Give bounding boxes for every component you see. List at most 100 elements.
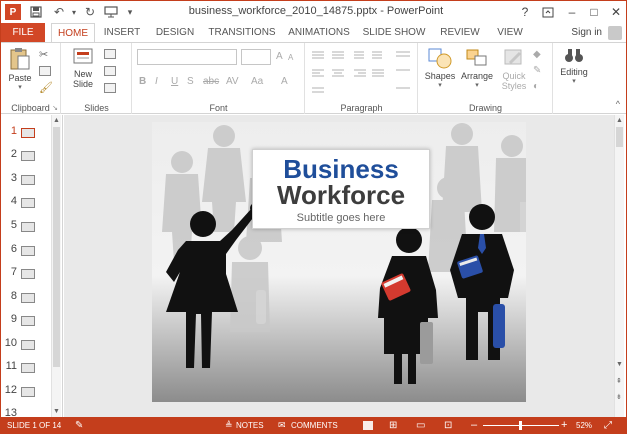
shape-outline-icon[interactable]: ✎ bbox=[533, 65, 541, 76]
comments-button[interactable]: COMMENTS bbox=[291, 417, 338, 433]
slide-thumbnail[interactable]: 5 bbox=[1, 217, 49, 237]
shrink-font-icon[interactable]: A bbox=[288, 53, 293, 62]
window-title: business_workforce_2010_14875.pptx - Pow… bbox=[188, 5, 444, 17]
font-name-dropdown[interactable] bbox=[137, 49, 237, 65]
cut-icon[interactable]: ✂ bbox=[39, 48, 48, 61]
change-case-button[interactable]: Aa bbox=[251, 76, 263, 87]
tab-home[interactable]: HOME bbox=[51, 23, 95, 43]
zoom-in-button[interactable]: + bbox=[561, 417, 567, 433]
scroll-up-icon[interactable]: ▲ bbox=[616, 117, 623, 124]
tab-view[interactable]: VIEW bbox=[490, 23, 530, 43]
minimize-button[interactable]: – bbox=[561, 3, 583, 21]
tab-design[interactable]: DESIGN bbox=[151, 23, 199, 43]
slide-title-box[interactable]: Business Workforce Subtitle goes here bbox=[252, 149, 430, 229]
character-spacing-button[interactable]: AV bbox=[226, 76, 239, 87]
editing-button[interactable]: Editing ▾ bbox=[556, 47, 592, 85]
ribbon-display-icon[interactable] bbox=[537, 3, 559, 21]
fit-to-window-icon[interactable]: ⤢ bbox=[604, 417, 612, 433]
avatar[interactable] bbox=[608, 26, 622, 40]
slide-number: 12 bbox=[4, 384, 17, 396]
dialog-launcher-icon[interactable]: ↘ bbox=[52, 104, 58, 112]
slide-thumbnail[interactable]: 9 bbox=[1, 311, 49, 331]
zoom-level[interactable]: 52% bbox=[576, 417, 592, 433]
reset-icon[interactable] bbox=[104, 66, 116, 76]
strikethrough-button[interactable]: abc bbox=[203, 76, 219, 87]
tab-slide-show[interactable]: SLIDE SHOW bbox=[361, 23, 427, 43]
powerpoint-app-icon[interactable]: P bbox=[5, 4, 21, 20]
section-icon[interactable] bbox=[104, 83, 116, 93]
underline-button[interactable]: U bbox=[171, 76, 178, 87]
next-slide-icon[interactable]: ⇟ bbox=[616, 393, 622, 401]
slide-thumbnail[interactable]: 6 bbox=[1, 241, 49, 261]
scrollbar-thumb[interactable] bbox=[53, 127, 60, 367]
shape-fill-icon[interactable]: ◆ bbox=[533, 49, 541, 60]
bold-button[interactable]: B bbox=[139, 76, 146, 87]
slide-show-icon[interactable]: ⊡ bbox=[444, 417, 452, 433]
chevron-down-icon: ▾ bbox=[572, 78, 576, 85]
tab-animations[interactable]: ANIMATIONS bbox=[284, 23, 354, 43]
tab-review[interactable]: REVIEW bbox=[435, 23, 485, 43]
tab-insert[interactable]: INSERT bbox=[100, 23, 144, 43]
slide-thumbnail[interactable]: 4 bbox=[1, 193, 49, 213]
zoom-out-button[interactable]: – bbox=[471, 417, 477, 433]
italic-button[interactable]: I bbox=[155, 76, 158, 87]
shape-effects-icon[interactable]: ◐ bbox=[533, 81, 539, 92]
zoom-slider-thumb[interactable] bbox=[519, 421, 522, 430]
undo-icon[interactable]: ↶ bbox=[52, 4, 66, 20]
new-slide-button[interactable]: New Slide bbox=[68, 47, 98, 89]
font-size-dropdown[interactable] bbox=[241, 49, 271, 65]
notes-button[interactable]: NOTES bbox=[236, 417, 264, 433]
canvas-scrollbar[interactable]: ▲ ▼ ⇞ ⇟ bbox=[614, 115, 624, 417]
copy-icon[interactable] bbox=[39, 66, 51, 76]
slide-thumbnail[interactable]: 12 bbox=[1, 382, 49, 402]
close-button[interactable]: ✕ bbox=[605, 3, 626, 21]
reading-view-icon[interactable]: ▭ bbox=[416, 417, 425, 433]
grow-font-icon[interactable]: A bbox=[276, 51, 283, 62]
customize-toolbar-icon[interactable]: ▾ bbox=[125, 4, 135, 20]
slide-thumbnail[interactable]: 11 bbox=[1, 358, 49, 378]
undo-dropdown-icon[interactable]: ▾ bbox=[69, 4, 79, 20]
editing-group: Editing ▾ bbox=[554, 43, 594, 114]
spell-check-icon[interactable]: ✎ bbox=[75, 417, 83, 433]
paste-button[interactable]: Paste ▾ bbox=[5, 47, 35, 91]
previous-slide-icon[interactable]: ⇞ bbox=[616, 377, 622, 385]
current-slide[interactable]: Business Workforce Subtitle goes here bbox=[152, 122, 526, 402]
new-slide-icon bbox=[73, 48, 93, 64]
sign-in-link[interactable]: Sign in bbox=[571, 23, 602, 43]
thumbnail-scrollbar[interactable]: ▲ ▼ bbox=[51, 115, 61, 417]
scroll-down-icon[interactable]: ▼ bbox=[616, 361, 623, 368]
layout-icon[interactable] bbox=[104, 49, 116, 59]
paragraph-icons[interactable] bbox=[310, 48, 414, 100]
normal-view-icon[interactable] bbox=[361, 417, 375, 433]
shapes-button[interactable]: Shapes ▾ bbox=[423, 47, 457, 89]
tab-file[interactable]: FILE bbox=[1, 23, 45, 43]
slide-thumbnail[interactable]: 10 bbox=[1, 335, 49, 355]
slide-number: 10 bbox=[4, 337, 17, 349]
scroll-up-icon[interactable]: ▲ bbox=[53, 117, 60, 124]
zoom-slider[interactable] bbox=[483, 417, 559, 433]
slide-thumbnail[interactable]: 8 bbox=[1, 288, 49, 308]
quick-styles-button[interactable]: Quick Styles bbox=[497, 47, 531, 91]
slide-thumbnail[interactable]: 3 bbox=[1, 170, 49, 190]
tab-transitions[interactable]: TRANSITIONS bbox=[207, 23, 277, 43]
maximize-button[interactable]: □ bbox=[583, 3, 605, 21]
scrollbar-thumb[interactable] bbox=[616, 127, 623, 147]
redo-icon[interactable]: ↻ bbox=[83, 4, 97, 20]
format-painter-icon[interactable]: 🖌 bbox=[39, 81, 53, 94]
collapse-ribbon-icon[interactable]: ^ bbox=[616, 99, 620, 109]
save-icon[interactable] bbox=[28, 4, 44, 20]
font-color-button[interactable]: A bbox=[281, 76, 288, 87]
shadow-button[interactable]: S bbox=[187, 76, 194, 87]
help-button[interactable]: ? bbox=[514, 3, 536, 21]
slide-thumbnail[interactable]: 13 bbox=[1, 405, 49, 417]
present-icon[interactable] bbox=[103, 4, 119, 20]
slide-thumbnail-panel: 1 2 3 4 5 6 7 8 9 10 11 12 13 ▲ ▼ bbox=[1, 115, 63, 417]
slide-thumbnail[interactable]: 2 bbox=[1, 146, 49, 166]
arrange-button[interactable]: Arrange ▾ bbox=[459, 47, 495, 89]
slide-thumbnail[interactable]: 7 bbox=[1, 264, 49, 284]
new-slide-label: New bbox=[73, 69, 92, 79]
slide-thumbnail[interactable]: 1 bbox=[1, 123, 49, 143]
scroll-down-icon[interactable]: ▼ bbox=[53, 408, 60, 415]
slide-sorter-icon[interactable]: ⊞ bbox=[389, 417, 397, 433]
slide-counter: SLIDE 1 OF 14 bbox=[7, 421, 62, 430]
